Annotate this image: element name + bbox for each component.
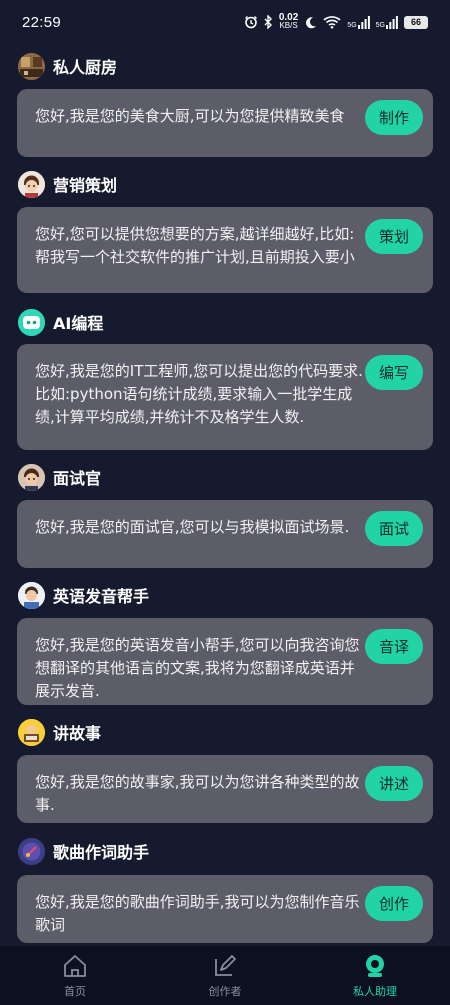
compose-button[interactable]: 创作 bbox=[365, 886, 423, 921]
assistant-header: 私人厨房 bbox=[18, 52, 117, 80]
status-icons: 0.02 KB/S 5G 5G 66 bbox=[244, 13, 428, 30]
assistant-description: 您好,您可以提供您想要的方案,越详细越好,比如:帮我写一个社交软件的推广计划,且… bbox=[35, 225, 355, 266]
narrate-button[interactable]: 讲述 bbox=[365, 766, 423, 801]
app-screen: 22:59 0.02 KB/S 5G 5G 66 私人厨房 您好,我是您的美食大… bbox=[0, 0, 450, 1005]
assistant-card[interactable]: 您好,我是您的IT工程师,您可以提出您的代码要求.比如:python语句统计成绩… bbox=[17, 344, 433, 450]
assistant-icon bbox=[362, 952, 388, 980]
bluetooth-icon bbox=[264, 15, 273, 29]
kitchen-avatar-icon bbox=[18, 52, 45, 80]
nav-item-creator[interactable]: 创作者 bbox=[150, 946, 300, 1005]
net-speed: 0.02 KB/S bbox=[279, 13, 298, 30]
assistant-card[interactable]: 您好,我是您的面试官,您可以与我模拟面试场景. 面试 bbox=[17, 500, 433, 568]
write-button[interactable]: 编写 bbox=[365, 355, 423, 390]
assistant-description: 您好,我是您的英语发音小帮手,您可以向我咨询您想翻译的其他语言的文案,我将为您翻… bbox=[35, 636, 360, 700]
assistant-header: 歌曲作词助手 bbox=[18, 837, 149, 865]
nav-label: 私人助理 bbox=[353, 985, 397, 998]
plan-button[interactable]: 策划 bbox=[365, 219, 423, 254]
signal-2-label: 5G bbox=[375, 21, 385, 29]
assistant-title: AI编程 bbox=[53, 314, 104, 333]
storyteller-avatar-icon bbox=[18, 718, 45, 746]
assistant-description: 您好,我是您的歌曲作词助手,我可以为您制作音乐歌词 bbox=[35, 893, 360, 934]
english-avatar-icon bbox=[18, 581, 45, 609]
assistant-description: 您好,我是您的面试官,您可以与我模拟面试场景. bbox=[35, 518, 350, 536]
battery-indicator: 66 bbox=[404, 15, 428, 29]
signal-icon-2: 5G bbox=[375, 15, 398, 29]
nav-label: 首页 bbox=[64, 985, 86, 998]
assistant-title: 私人厨房 bbox=[53, 58, 118, 77]
assistant-card[interactable]: 您好,我是您的歌曲作词助手,我可以为您制作音乐歌词 创作 bbox=[17, 875, 433, 943]
signal-icon-1: 5G bbox=[347, 15, 370, 29]
edit-icon bbox=[212, 952, 238, 980]
assistant-card[interactable]: 您好,我是您的美食大厨,可以为您提供精致美食 制作 bbox=[17, 89, 433, 157]
assistant-header: 面试官 bbox=[18, 463, 101, 491]
assistant-title: 歌曲作词助手 bbox=[53, 843, 150, 862]
assistant-header: AI编程 bbox=[18, 308, 103, 336]
transliterate-button[interactable]: 音译 bbox=[365, 629, 423, 664]
net-speed-unit: KB/S bbox=[279, 21, 298, 30]
signal-1-label: 5G bbox=[347, 21, 357, 29]
nav-label: 创作者 bbox=[208, 985, 242, 998]
assistant-title: 营销策划 bbox=[53, 176, 118, 195]
assistant-title: 讲故事 bbox=[53, 724, 102, 743]
bottom-nav: 首页 创作者 私人助理 bbox=[0, 946, 450, 1005]
assistant-card[interactable]: 您好,您可以提供您想要的方案,越详细越好,比如:帮我写一个社交软件的推广计划,且… bbox=[17, 207, 433, 293]
home-icon bbox=[62, 952, 88, 980]
wifi-icon bbox=[323, 15, 341, 29]
robot-avatar-icon bbox=[18, 308, 45, 336]
assistant-title: 英语发音帮手 bbox=[53, 587, 150, 606]
assistant-card[interactable]: 您好,我是您的故事家,我可以为您讲各种类型的故事. 讲述 bbox=[17, 755, 433, 823]
assistant-header: 讲故事 bbox=[18, 718, 101, 746]
make-button[interactable]: 制作 bbox=[365, 100, 423, 135]
status-time: 22:59 bbox=[22, 13, 62, 31]
assistant-card[interactable]: 您好,我是您的英语发音小帮手,您可以向我咨询您想翻译的其他语言的文案,我将为您翻… bbox=[17, 618, 433, 705]
assistant-title: 面试官 bbox=[53, 469, 102, 488]
nav-item-home[interactable]: 首页 bbox=[0, 946, 150, 1005]
nav-item-assistant[interactable]: 私人助理 bbox=[300, 946, 450, 1005]
status-bar: 22:59 0.02 KB/S 5G 5G 66 bbox=[0, 0, 450, 44]
assistant-description: 您好,我是您的IT工程师,您可以提出您的代码要求.比如:python语句统计成绩… bbox=[35, 362, 363, 426]
lyrics-avatar-icon bbox=[18, 837, 45, 865]
marketing-avatar-icon bbox=[18, 170, 45, 198]
assistant-description: 您好,我是您的故事家,我可以为您讲各种类型的故事. bbox=[35, 773, 360, 814]
assistant-header: 英语发音帮手 bbox=[18, 581, 149, 609]
moon-icon bbox=[304, 16, 317, 29]
alarm-icon bbox=[244, 15, 258, 29]
assistant-header: 营销策划 bbox=[18, 170, 117, 198]
interview-button[interactable]: 面试 bbox=[365, 511, 423, 546]
assistant-description: 您好,我是您的美食大厨,可以为您提供精致美食 bbox=[35, 107, 345, 125]
interviewer-avatar-icon bbox=[18, 463, 45, 491]
